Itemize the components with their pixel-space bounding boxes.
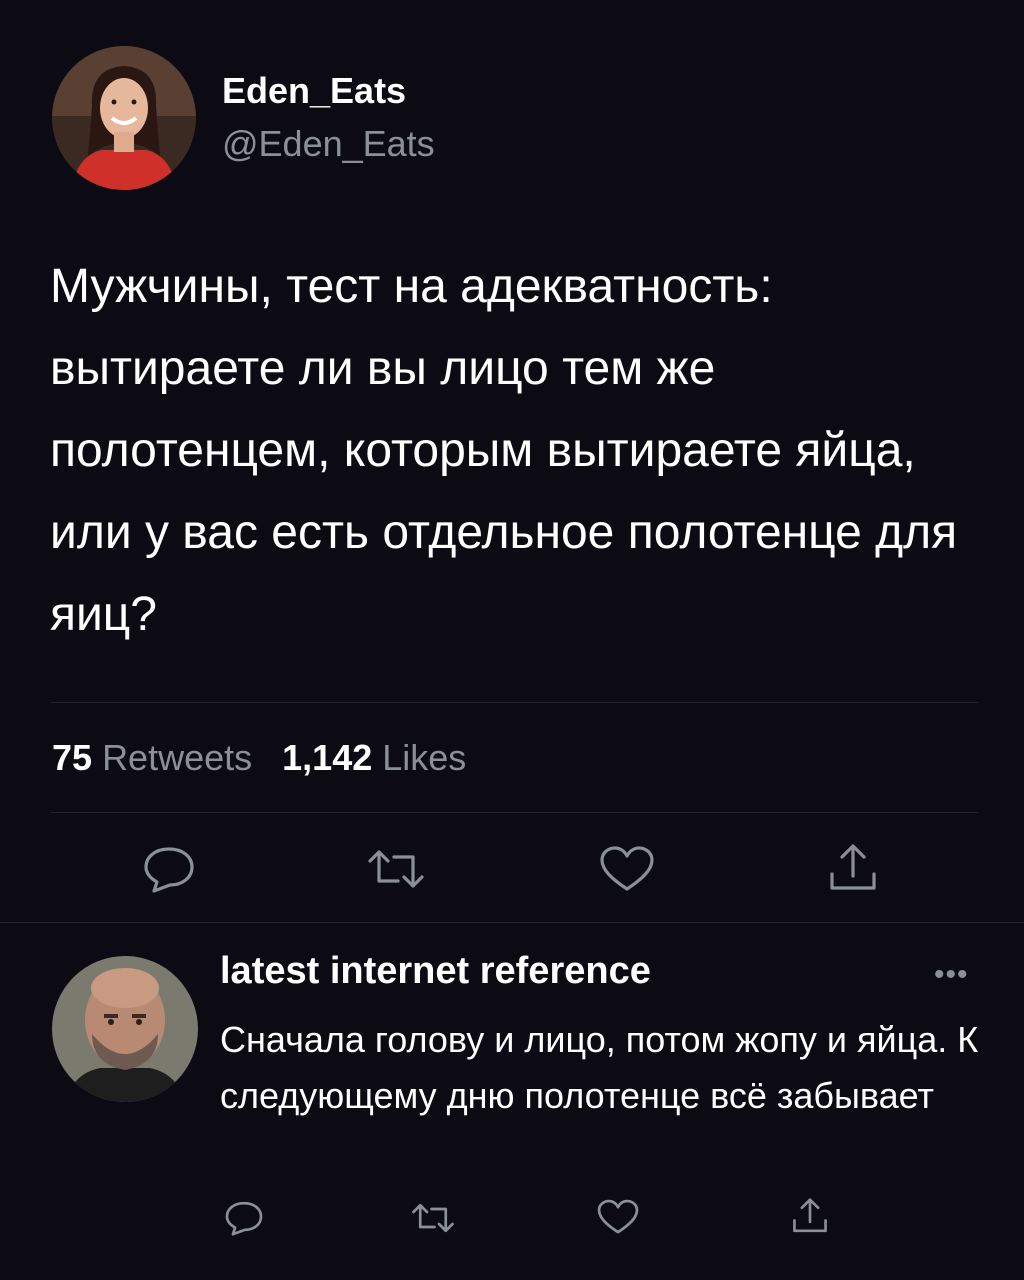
reply-like-button[interactable] <box>596 1198 640 1236</box>
retweet-button[interactable] <box>366 845 426 893</box>
retweets-count[interactable]: 75 <box>52 737 92 778</box>
reply-text: Сначала голову и лицо, потом жопу и яйца… <box>220 1019 979 1116</box>
divider <box>50 812 978 813</box>
share-icon <box>793 1198 827 1233</box>
likes-label[interactable]: Likes <box>382 737 466 778</box>
retweet-icon <box>368 850 424 888</box>
likes-count[interactable]: 1,142 <box>282 737 372 778</box>
reply-reply-button[interactable] <box>224 1200 264 1236</box>
heart-icon <box>597 1199 639 1234</box>
reply-retweet-button[interactable] <box>410 1200 456 1236</box>
reply-author-avatar[interactable] <box>52 956 198 1102</box>
author-display-name[interactable]: Eden_Eats <box>222 70 406 112</box>
retweets-label[interactable]: Retweets <box>102 737 252 778</box>
author-handle[interactable]: @Eden_Eats <box>222 123 435 165</box>
divider <box>0 922 1024 923</box>
like-button[interactable] <box>598 845 656 893</box>
reply-icon <box>225 1201 263 1236</box>
retweet-icon <box>412 1203 454 1233</box>
share-button[interactable] <box>826 842 880 894</box>
reply-button[interactable] <box>142 845 196 893</box>
author-avatar-image <box>52 46 196 190</box>
share-icon <box>830 844 876 890</box>
reply-author-avatar-image <box>52 956 198 1102</box>
reply-author-display-name[interactable]: latest internet reference <box>220 950 651 993</box>
reply-share-button[interactable] <box>790 1196 830 1236</box>
heart-icon <box>600 846 654 891</box>
reply-icon <box>144 847 194 893</box>
tweet-text: Мужчины, тест на адекватность: вытираете… <box>50 260 958 641</box>
more-options-icon[interactable]: ••• <box>934 958 969 992</box>
tweet-stats: 75 Retweets 1,142 Likes <box>52 737 466 779</box>
author-avatar[interactable] <box>52 46 196 190</box>
divider <box>50 702 978 703</box>
